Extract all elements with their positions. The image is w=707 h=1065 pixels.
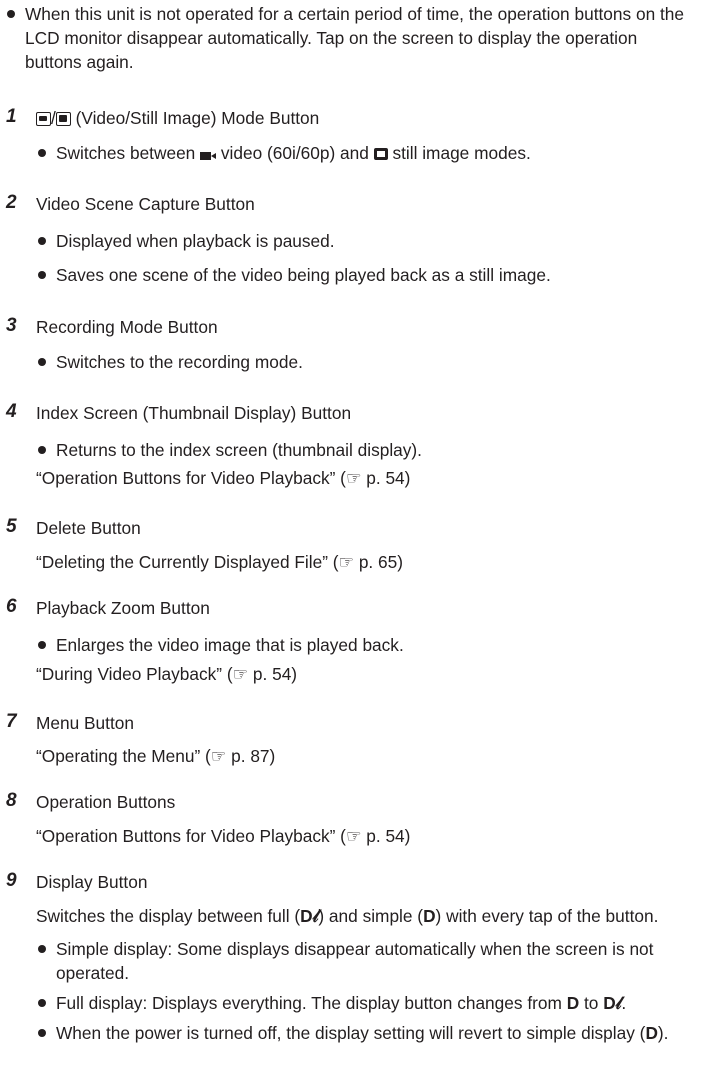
item-heading: Menu Button <box>36 713 134 733</box>
item-number: 2 <box>6 192 17 213</box>
video-camera-icon <box>200 148 217 160</box>
cross-reference-link[interactable]: “Operation Buttons for Video Playback” (… <box>36 466 410 490</box>
item-number: 3 <box>6 315 17 336</box>
item-heading: Recording Mode Button <box>36 317 218 337</box>
list-item: Returns to the index screen (thumbnail d… <box>36 438 700 462</box>
list-item: Simple display: Some displays disappear … <box>36 937 700 985</box>
cross-reference-link[interactable]: “During Video Playback” (☞ p. 54) <box>36 662 297 686</box>
list-item: When the power is turned off, the displa… <box>36 1021 700 1045</box>
list-item: Switches to the recording mode. <box>36 350 700 374</box>
item-heading: Display Button <box>36 872 148 892</box>
item-number: 5 <box>6 516 17 537</box>
intro-bullet: When this unit is not operated for a cer… <box>6 2 696 74</box>
still-mode-icon <box>55 112 71 126</box>
simple-display-symbol: D <box>423 906 436 926</box>
cross-reference-link[interactable]: “Operating the Menu” (☞ p. 87) <box>36 744 275 768</box>
item-number: 9 <box>6 870 17 891</box>
item-body: Displayed when playback is paused. Saves… <box>36 229 700 297</box>
display-button-description: Switches the display between full (D𝓁) a… <box>36 906 659 926</box>
still-camera-icon <box>373 148 388 160</box>
manual-page: When this unit is not operated for a cer… <box>0 0 707 1065</box>
video-mode-icon <box>36 112 51 126</box>
item-number: 1 <box>6 106 17 127</box>
item-heading: Video Scene Capture Button <box>36 194 255 214</box>
item-body: Switches the display between full (D𝓁) a… <box>36 904 700 1045</box>
cross-reference-link[interactable]: “Operation Buttons for Video Playback” (… <box>36 824 410 848</box>
intro-note: When this unit is not operated for a cer… <box>6 2 696 74</box>
list-item: Full display: Displays everything. The d… <box>36 991 700 1015</box>
item-heading: Delete Button <box>36 518 141 538</box>
item-number: 6 <box>6 596 17 617</box>
item-heading: / (Video/Still Image) Mode Button <box>36 106 319 130</box>
item-number: 8 <box>6 790 17 811</box>
item-body: Switches to the recording mode. <box>36 350 700 384</box>
item-heading: Index Screen (Thumbnail Display) Button <box>36 403 352 423</box>
item-body: Returns to the index screen (thumbnail d… <box>36 438 700 466</box>
item-number: 7 <box>6 711 17 732</box>
full-display-symbol: D𝓁 <box>300 906 319 926</box>
list-item: Switches between video (60i/60p) and sti… <box>36 141 700 165</box>
item-heading: Operation Buttons <box>36 792 176 812</box>
list-item: Enlarges the video image that is played … <box>36 633 700 657</box>
item-body: Switches between video (60i/60p) and sti… <box>36 141 700 175</box>
item-heading: Playback Zoom Button <box>36 598 210 618</box>
cross-reference-link[interactable]: “Deleting the Currently Displayed File” … <box>36 550 403 574</box>
item-number: 4 <box>6 401 17 422</box>
list-item: Displayed when playback is paused. <box>36 229 700 253</box>
list-item: Saves one scene of the video being playe… <box>36 263 700 287</box>
